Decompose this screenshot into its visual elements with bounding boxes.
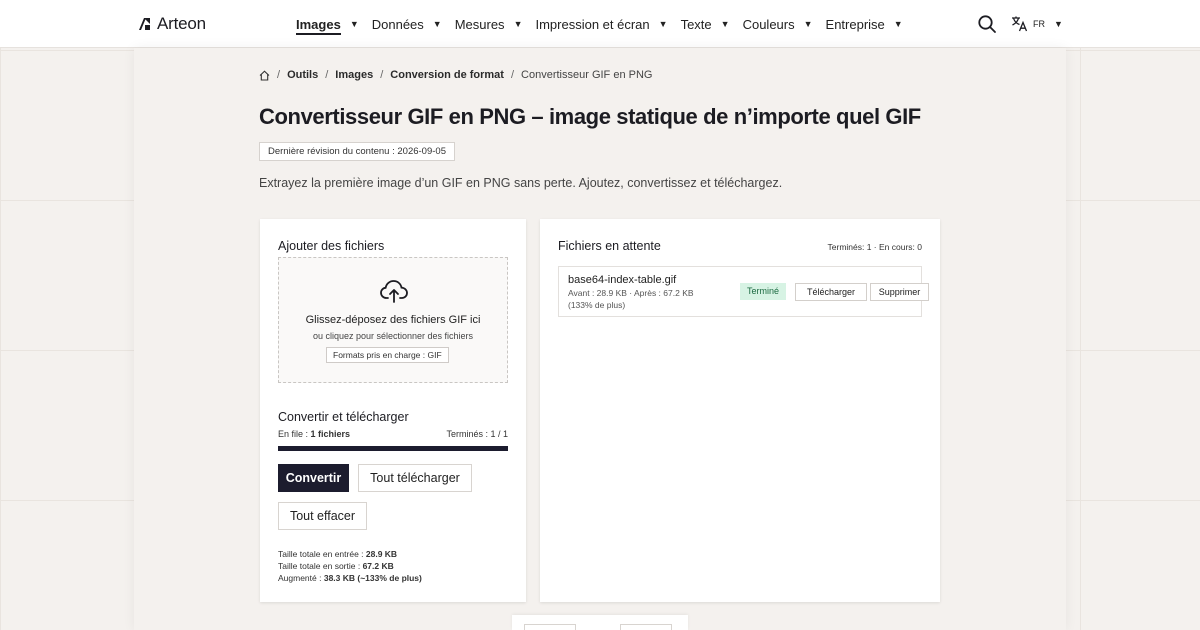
breadcrumb-link-conversion[interactable]: Conversion de format bbox=[390, 69, 504, 81]
dropzone-sub-text: ou cliquez pour sélectionner des fichier… bbox=[312, 331, 474, 341]
upload-panel: Ajouter des fichiers Glissez-déposez des… bbox=[260, 219, 526, 602]
file-name: base64-index-table.gif bbox=[568, 274, 677, 286]
caret-down-icon: ▼ bbox=[513, 19, 523, 29]
formats-badge: Formats pris en charge : GIF bbox=[326, 347, 449, 363]
delete-file-button[interactable]: Supprimer bbox=[870, 283, 929, 301]
status-badge: Terminé bbox=[740, 283, 787, 300]
language-selector[interactable]: FR ▼ bbox=[1011, 15, 1063, 32]
download-file-button[interactable]: Télécharger bbox=[795, 283, 867, 301]
breadcrumb-link-outils[interactable]: Outils bbox=[287, 69, 318, 81]
stat-label: Taille totale en entrée : bbox=[278, 549, 366, 559]
conversion-progress-bar bbox=[278, 446, 508, 451]
breadcrumb-separator: / bbox=[277, 69, 281, 81]
cloud-upload-icon bbox=[380, 280, 408, 303]
caret-down-icon: ▼ bbox=[658, 19, 668, 29]
caret-down-icon: ▼ bbox=[803, 19, 813, 29]
file-sizes: Avant : 28.9 KB · Après : 67.2 KB bbox=[568, 288, 694, 298]
progress-fill bbox=[278, 446, 508, 451]
caret-down-icon: ▼ bbox=[349, 19, 359, 29]
stub-button bbox=[620, 624, 672, 630]
file-dropzone[interactable]: Glissez-déposez des fichiers GIF ici ou … bbox=[278, 257, 508, 383]
queue-panel: Fichiers en attente Terminés: 1 · En cou… bbox=[540, 219, 940, 602]
nav-item-label: Données bbox=[371, 16, 424, 32]
brand-name: Arteon bbox=[157, 14, 206, 33]
download-all-button[interactable]: Tout télécharger bbox=[358, 464, 472, 492]
nav-item-label: Impression et écran bbox=[535, 16, 650, 32]
caret-down-icon: ▼ bbox=[432, 19, 442, 29]
home-icon[interactable] bbox=[259, 69, 270, 81]
main-nav: Images ▼ Données ▼ Mesures ▼ Impression … bbox=[296, 0, 916, 48]
caret-down-icon: ▼ bbox=[893, 19, 903, 29]
page-description: Extrayez la première image d’un GIF en P… bbox=[259, 176, 783, 190]
breadcrumb-separator: / bbox=[325, 69, 329, 81]
top-navigation-bar: Arteon Images ▼ Données ▼ Mesures ▼ Impr… bbox=[0, 0, 1200, 48]
queue-count-value: 1 fichiers bbox=[310, 429, 351, 439]
caret-down-icon: ▼ bbox=[1054, 18, 1063, 29]
page-title: Convertisseur GIF en PNG – image statiqu… bbox=[259, 104, 921, 129]
translate-icon bbox=[1012, 16, 1028, 32]
caret-down-icon: ▼ bbox=[720, 19, 730, 29]
search-icon bbox=[978, 15, 996, 33]
revision-badge: Dernière révision du contenu : 2026-09-0… bbox=[259, 142, 455, 161]
file-size-change: (133% de plus) bbox=[568, 300, 626, 310]
breadcrumb-current: Convertisseur GIF en PNG bbox=[521, 69, 653, 81]
breadcrumb-link-images[interactable]: Images bbox=[335, 69, 373, 81]
brand-logo-link[interactable]: Arteon bbox=[137, 14, 206, 34]
stub-button bbox=[524, 624, 576, 630]
nav-item-texte[interactable]: Texte ▼ bbox=[681, 0, 730, 48]
nav-item-images[interactable]: Images ▼ bbox=[296, 0, 359, 48]
breadcrumb-separator: / bbox=[510, 69, 515, 81]
search-button[interactable] bbox=[977, 14, 997, 34]
nav-item-label: Texte bbox=[680, 16, 712, 32]
stat-value: 67.2 KB bbox=[362, 561, 394, 571]
breadcrumb-separator: / bbox=[380, 69, 384, 81]
nav-item-impression[interactable]: Impression et écran ▼ bbox=[535, 0, 667, 48]
nav-item-label: Images bbox=[296, 16, 341, 32]
stat-value: 28.9 KB bbox=[365, 549, 398, 559]
nav-item-label: Couleurs bbox=[742, 16, 795, 32]
upload-title: Ajouter des fichiers bbox=[278, 239, 385, 253]
size-change-stat: Augmenté : 38.3 KB (~133% de plus) bbox=[278, 572, 422, 584]
stat-value: 38.3 KB (~133% de plus) bbox=[323, 573, 422, 583]
done-count: Terminés : 1 / 1 bbox=[446, 429, 508, 439]
arteon-logo-icon bbox=[139, 18, 150, 30]
list-item: base64-index-table.gif Avant : 28.9 KB ·… bbox=[558, 266, 929, 317]
nav-item-mesures[interactable]: Mesures ▼ bbox=[455, 0, 523, 48]
nav-item-couleurs[interactable]: Couleurs ▼ bbox=[743, 0, 813, 48]
queue-count: En file : 1 fichiers bbox=[278, 429, 350, 439]
bottom-section-stub bbox=[512, 615, 688, 630]
stat-label: Taille totale en sortie : bbox=[278, 561, 363, 571]
nav-item-donnees[interactable]: Données ▼ bbox=[372, 0, 442, 48]
queue-status-counts: Terminés: 1 · En cours: 0 bbox=[827, 242, 922, 252]
input-size-stat: Taille totale en entrée : 28.9 KB bbox=[278, 548, 422, 560]
size-stats: Taille totale en entrée : 28.9 KB Taille… bbox=[278, 548, 422, 584]
output-size-stat: Taille totale en sortie : 67.2 KB bbox=[278, 560, 422, 572]
convert-button[interactable]: Convertir bbox=[278, 464, 349, 492]
queue-count-label: En file : bbox=[278, 429, 311, 439]
dropzone-main-text: Glissez-déposez des fichiers GIF ici bbox=[305, 314, 481, 326]
clear-all-button[interactable]: Tout effacer bbox=[278, 502, 367, 530]
nav-item-label: Entreprise bbox=[825, 16, 885, 32]
queue-title: Fichiers en attente bbox=[558, 239, 661, 253]
breadcrumb: / Outils / Images / Conversion de format… bbox=[259, 69, 652, 81]
stat-label: Augmenté : bbox=[278, 573, 324, 583]
convert-title: Convertir et télécharger bbox=[278, 410, 409, 424]
nav-item-label: Mesures bbox=[454, 16, 505, 32]
language-code: FR bbox=[1033, 18, 1045, 29]
nav-item-entreprise[interactable]: Entreprise ▼ bbox=[826, 0, 903, 48]
